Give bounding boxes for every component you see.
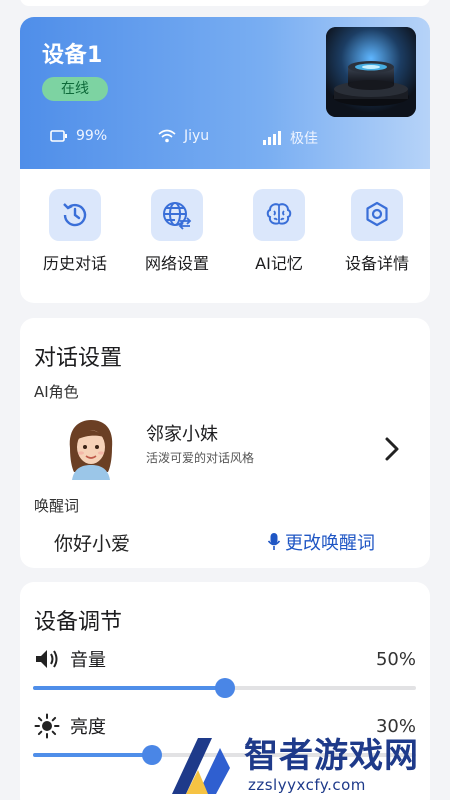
- device-details-button[interactable]: 设备详情: [332, 189, 422, 274]
- watermark-logo: [172, 738, 230, 794]
- brightness-label: 亮度: [70, 717, 106, 738]
- battery-value: 99%: [76, 128, 108, 144]
- device-header[interactable]: 设备1 在线 99% Jiyu 极佳: [20, 17, 430, 169]
- wifi-icon: [158, 129, 176, 143]
- brightness-slider-thumb[interactable]: [141, 745, 162, 765]
- volume-icon: [36, 650, 58, 668]
- online-status-badge: 在线: [42, 77, 108, 101]
- history-icon: [49, 189, 101, 241]
- battery-icon: [50, 130, 67, 142]
- device-adjust-title: 设备调节: [34, 610, 123, 635]
- network-settings-button[interactable]: 网络设置: [132, 189, 222, 274]
- volume-row: 音量 50%: [34, 646, 416, 672]
- wifi-stat: Jiyu: [158, 128, 209, 144]
- watermark: 智者游戏网 zzslyyxcfy.com: [168, 728, 450, 800]
- history-dialog-button[interactable]: 历史对话: [30, 189, 120, 274]
- dialog-settings-card: 对话设置 AI角色 邻家小妹 活泼可爱的对话风格 唤醒词 你好小爱 更改唤醒词: [20, 318, 430, 568]
- volume-slider-fill: [33, 686, 225, 690]
- chevron-right-icon[interactable]: [382, 436, 402, 462]
- quick-actions: 历史对话 网络设置 AI记忆 设备详情: [20, 189, 430, 289]
- brightness-slider-fill: [33, 753, 152, 757]
- brightness-sun-icon: [34, 713, 60, 739]
- microphone-icon: [267, 533, 281, 550]
- avatar: [64, 418, 118, 480]
- signal-stat: 极佳: [262, 128, 318, 148]
- wake-word-value: 你好小爱: [54, 533, 131, 555]
- volume-label: 音量: [70, 650, 106, 671]
- battery-stat: 99%: [50, 128, 107, 144]
- dialog-settings-title: 对话设置: [34, 346, 123, 371]
- volume-slider-thumb[interactable]: [214, 678, 235, 698]
- ai-role-description: 活泼可爱的对话风格: [146, 451, 255, 465]
- change-wake-word-label: 更改唤醒词: [285, 533, 375, 554]
- previous-card-edge: [20, 0, 430, 6]
- gear-icon: [351, 189, 403, 241]
- network-settings-label: 网络设置: [144, 254, 209, 273]
- network-globe-icon: [151, 189, 203, 241]
- ai-memory-label: AI记忆: [255, 254, 303, 273]
- ai-memory-button[interactable]: AI记忆: [234, 189, 324, 274]
- ai-role-label: AI角色: [34, 383, 79, 401]
- ai-role-name: 邻家小妹: [146, 424, 218, 445]
- volume-slider[interactable]: [33, 677, 416, 699]
- smart-speaker-image: [326, 27, 416, 117]
- watermark-url: zzslyyxcfy.com: [248, 776, 366, 794]
- device-name: 设备1: [42, 43, 103, 68]
- volume-percent: 50%: [375, 648, 416, 670]
- wifi-name: Jiyu: [184, 128, 210, 144]
- wake-word-label: 唤醒词: [34, 497, 80, 515]
- signal-bars-icon: [263, 131, 281, 145]
- brain-icon: [253, 189, 305, 241]
- watermark-text: 智者游戏网: [244, 736, 419, 776]
- history-dialog-label: 历史对话: [42, 254, 107, 273]
- change-wake-word-button[interactable]: 更改唤醒词: [267, 529, 375, 555]
- device-card: 设备1 在线 99% Jiyu 极佳 历史对话 网络设置 AI记忆 设备详情: [20, 17, 430, 303]
- device-details-label: 设备详情: [344, 254, 409, 273]
- signal-quality: 极佳: [290, 131, 318, 147]
